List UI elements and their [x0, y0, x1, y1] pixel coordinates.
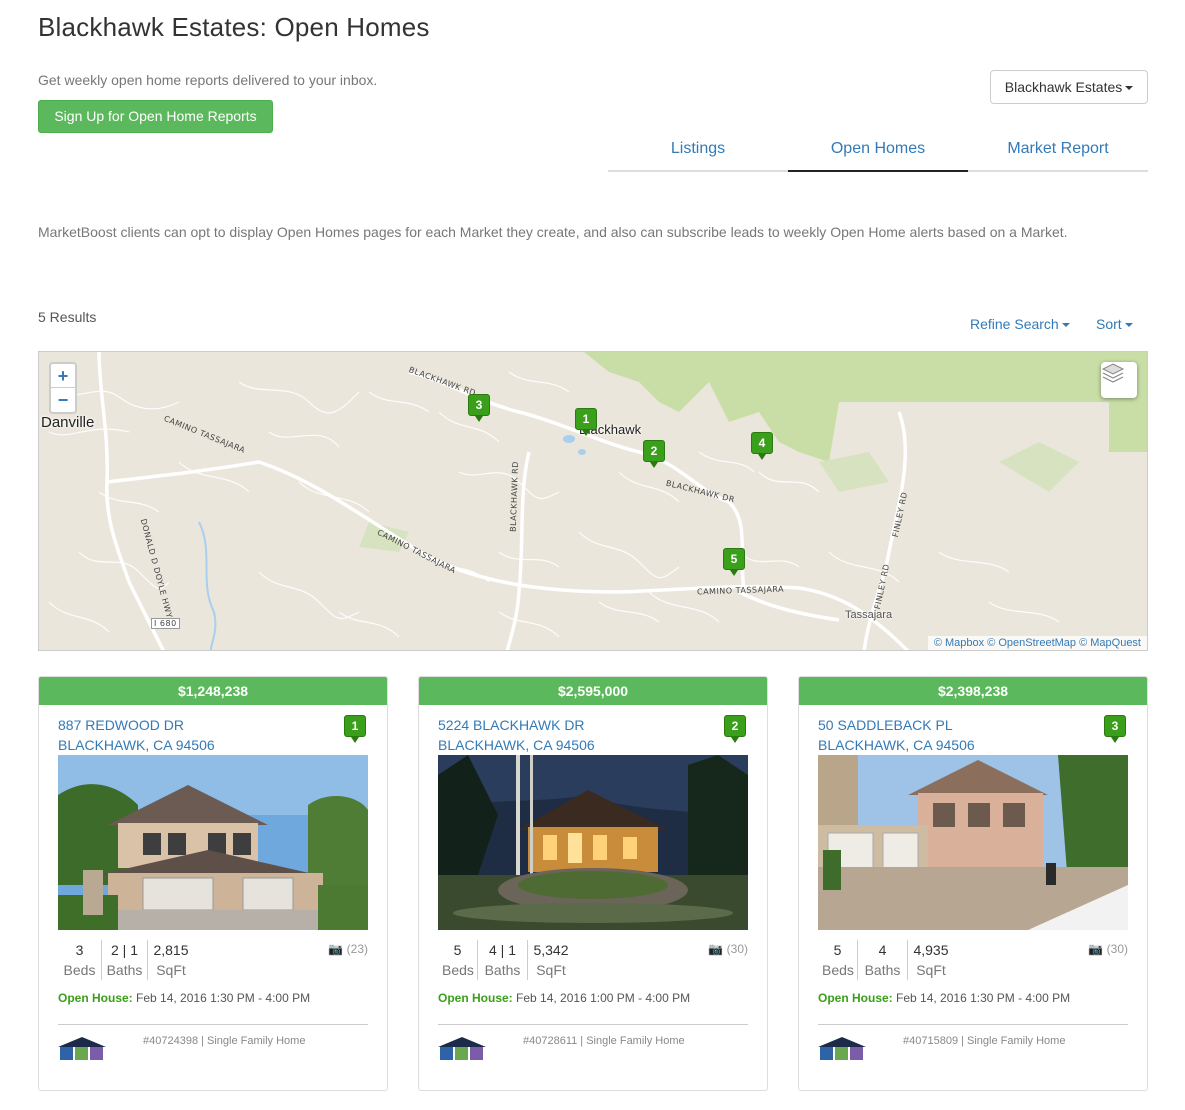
listing-stats: 5 Beds 4 Baths 4,935 SqFt: [818, 940, 954, 980]
baths-stat: 4 | 1 Baths: [478, 940, 528, 980]
zoom-in-button[interactable]: +: [51, 364, 75, 388]
listing-map-marker: 1: [344, 715, 366, 743]
address-line-2: BLACKHAWK, CA 94506: [438, 737, 595, 753]
tab-open-homes[interactable]: Open Homes: [788, 128, 968, 172]
road-label-i680: I 680: [151, 618, 180, 629]
open-house-info: Open House: Feb 14, 2016 1:30 PM - 4:00 …: [818, 991, 1070, 1005]
photo-count-link[interactable]: 📷 (30): [1088, 942, 1128, 956]
brokerage-logo: [438, 1037, 486, 1060]
open-house-time: Feb 14, 2016 1:30 PM - 4:00 PM: [896, 991, 1071, 1005]
camera-icon: 📷: [708, 942, 724, 956]
open-house-label: Open House:: [438, 991, 513, 1005]
address-line-2: BLACKHAWK, CA 94506: [58, 737, 215, 753]
listing-stats: 5 Beds 4 | 1 Baths 5,342 SqFt: [438, 940, 574, 980]
baths-stat: 2 | 1 Baths: [102, 940, 148, 980]
listing-photo[interactable]: [818, 755, 1128, 930]
camera-icon: 📷: [1088, 942, 1104, 956]
photo-count-link[interactable]: 📷 (23): [328, 942, 368, 956]
photo-count-link[interactable]: 📷 (30): [708, 942, 748, 956]
page-description: MarketBoost clients can opt to display O…: [38, 224, 1068, 240]
listing-stats: 3 Beds 2 | 1 Baths 2,815 SqFt: [58, 940, 194, 980]
listing-address-link[interactable]: 5224 BLACKHAWK DR BLACKHAWK, CA 94506: [438, 715, 595, 755]
listing-meta: #40728611 | Single Family Home: [523, 1035, 685, 1047]
zoom-control: + −: [49, 362, 77, 414]
page-title: Blackhawk Estates: Open Homes: [38, 12, 430, 42]
open-house-info: Open House: Feb 14, 2016 1:30 PM - 4:00 …: [58, 991, 310, 1005]
listing-price: $2,595,000: [419, 677, 767, 705]
brokerage-logo: [818, 1037, 866, 1060]
card-divider: [818, 1024, 1128, 1025]
map-pin-3[interactable]: 3: [468, 394, 490, 422]
layers-icon[interactable]: [1101, 362, 1137, 398]
address-line-1: 50 SADDLEBACK PL: [818, 717, 953, 733]
refine-search-label: Refine Search: [970, 316, 1059, 332]
tab-market-report[interactable]: Market Report: [968, 128, 1148, 170]
map-pin-1[interactable]: 1: [575, 408, 597, 436]
photo-count: (30): [726, 942, 748, 956]
listing-address-link[interactable]: 50 SADDLEBACK PL BLACKHAWK, CA 94506: [818, 715, 975, 755]
chevron-down-icon: [1125, 86, 1134, 91]
beds-stat: 5 Beds: [818, 940, 858, 980]
address-line-1: 5224 BLACKHAWK DR: [438, 717, 585, 733]
brokerage-logo: [58, 1037, 106, 1060]
listing-meta: #40715809 | Single Family Home: [903, 1035, 1066, 1047]
card-divider: [58, 1024, 368, 1025]
sqft-stat: 5,342 SqFt: [533, 942, 569, 978]
map-pin-4[interactable]: 4: [751, 432, 773, 460]
listing-photo[interactable]: [58, 755, 368, 930]
open-house-time: Feb 14, 2016 1:30 PM - 4:00 PM: [136, 991, 311, 1005]
sort-dropdown[interactable]: Sort: [1096, 316, 1133, 332]
sort-label: Sort: [1096, 316, 1122, 332]
open-house-label: Open House:: [818, 991, 893, 1005]
address-line-1: 887 REDWOOD DR: [58, 717, 185, 733]
photo-count: (30): [1106, 942, 1128, 956]
map-attribution[interactable]: © Mapbox © OpenStreetMap © MapQuest: [927, 636, 1147, 650]
open-house-time: Feb 14, 2016 1:00 PM - 4:00 PM: [516, 991, 691, 1005]
map-label-danville: Danville: [41, 414, 95, 431]
listing-address-link[interactable]: 887 REDWOOD DR BLACKHAWK, CA 94506: [58, 715, 215, 755]
sqft-stat: 4,935 SqFt: [913, 942, 949, 978]
map-pin-2[interactable]: 2: [643, 440, 665, 468]
page-tabs: Listings Open Homes Market Report: [608, 128, 1148, 172]
tab-listings[interactable]: Listings: [608, 128, 788, 170]
signup-subtext: Get weekly open home reports delivered t…: [38, 72, 378, 88]
beds-stat: 3 Beds: [58, 940, 102, 980]
zoom-out-button[interactable]: −: [51, 388, 75, 412]
map-label-tassajara: Tassajara: [845, 609, 893, 621]
listing-map-marker: 3: [1104, 715, 1126, 743]
open-house-label: Open House:: [58, 991, 133, 1005]
results-count: 5 Results: [38, 309, 97, 325]
chevron-down-icon: [1124, 323, 1133, 328]
address-line-2: BLACKHAWK, CA 94506: [818, 737, 975, 753]
listing-card: $2,398,238 50 SADDLEBACK PL BLACKHAWK, C…: [798, 676, 1148, 1091]
chevron-down-icon: [1061, 323, 1070, 328]
listing-price: $2,398,238: [799, 677, 1147, 705]
photo-count: (23): [346, 942, 368, 956]
refine-search-dropdown[interactable]: Refine Search: [970, 316, 1070, 332]
map-pin-5[interactable]: 5: [723, 548, 745, 576]
sqft-stat: 2,815 SqFt: [153, 942, 189, 978]
camera-icon: 📷: [328, 942, 344, 956]
signup-button[interactable]: Sign Up for Open Home Reports: [38, 100, 273, 133]
listing-meta: #40724398 | Single Family Home: [143, 1035, 306, 1047]
open-house-info: Open House: Feb 14, 2016 1:00 PM - 4:00 …: [438, 991, 690, 1005]
map-tiles: [48, 352, 1147, 650]
listing-photo[interactable]: [438, 755, 748, 930]
listing-card: $1,248,238 887 REDWOOD DR BLACKHAWK, CA …: [38, 676, 388, 1091]
baths-stat: 4 Baths: [858, 940, 908, 980]
listing-card: $2,595,000 5224 BLACKHAWK DR BLACKHAWK, …: [418, 676, 768, 1091]
listings-map[interactable]: + − Danville Blackhawk Tassajara BLACKHA…: [38, 351, 1148, 651]
card-divider: [438, 1024, 748, 1025]
listing-map-marker: 2: [724, 715, 746, 743]
listing-price: $1,248,238: [39, 677, 387, 705]
market-dropdown[interactable]: Blackhawk Estates: [990, 70, 1148, 104]
beds-stat: 5 Beds: [438, 940, 478, 980]
market-dropdown-label: Blackhawk Estates: [1004, 79, 1123, 95]
